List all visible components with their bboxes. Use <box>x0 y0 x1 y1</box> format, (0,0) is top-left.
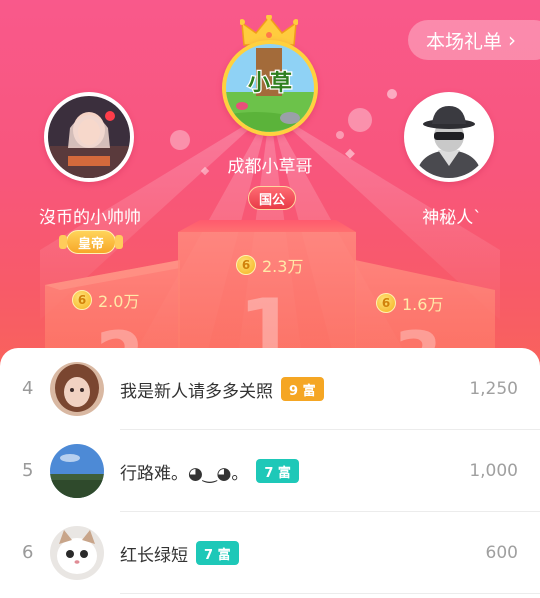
second-place-avatar[interactable] <box>44 92 134 182</box>
user-name: 行路难。◕‿◕。 <box>120 463 249 484</box>
level-badge: 9 富 <box>281 377 324 401</box>
level-badge: 7 富 <box>256 459 299 483</box>
divider <box>120 593 540 594</box>
list-item[interactable]: 6 红长绿短 7 富 600 <box>0 512 540 594</box>
second-place-amount: 6 2.0万 <box>72 288 139 312</box>
user-name: 我是新人请多多关照 <box>120 381 273 402</box>
second-place-tag: 皇帝 <box>59 230 123 254</box>
level-badge: 7 富 <box>196 541 239 565</box>
user-name: 红长绿短 <box>120 545 188 566</box>
score: 600 <box>485 543 518 563</box>
mystery-user-icon <box>408 96 490 178</box>
third-place-amount: 6 1.6万 <box>376 291 443 315</box>
first-place-name: 成都小草哥 <box>227 157 313 177</box>
first-place-tag: 国公 <box>248 186 296 210</box>
rank-number: 5 <box>22 460 34 481</box>
svg-text:小草: 小草 <box>248 70 292 96</box>
coin-icon: 6 <box>72 290 92 310</box>
list-item[interactable]: 5 行路难。◕‿◕。 7 富 1,000 <box>0 430 540 512</box>
score: 1,000 <box>469 461 518 481</box>
gift-list-label: 本场礼单 <box>426 30 503 53</box>
second-place-name: 沒币的小帅帅 <box>39 208 141 228</box>
chevron-right-icon: › <box>508 28 517 52</box>
third-place-name: 神秘人` <box>422 208 482 228</box>
coin-icon: 6 <box>376 293 396 313</box>
leaderboard-hero: 1 2 3 本场礼单 › 小草 成都小草哥 国公 <box>0 0 540 380</box>
first-place-amount: 6 2.3万 <box>236 253 303 277</box>
list-item[interactable]: 4 我是新人请多多关照 9 富 1,250 <box>0 348 540 430</box>
third-place-avatar[interactable] <box>404 92 494 182</box>
first-place-avatar[interactable]: 小草 <box>222 40 318 136</box>
rank-number: 4 <box>22 378 34 399</box>
avatar[interactable] <box>50 444 104 498</box>
gift-list-button[interactable]: 本场礼单 › <box>408 20 540 60</box>
coin-icon: 6 <box>236 255 256 275</box>
avatar[interactable] <box>50 526 104 580</box>
rank-number: 6 <box>22 542 34 563</box>
score: 1,250 <box>469 379 518 399</box>
ranking-list: 4 我是新人请多多关照 9 富 1,250 5 行路难。◕‿◕。 7 富 1,0… <box>0 348 540 598</box>
avatar[interactable] <box>50 362 104 416</box>
